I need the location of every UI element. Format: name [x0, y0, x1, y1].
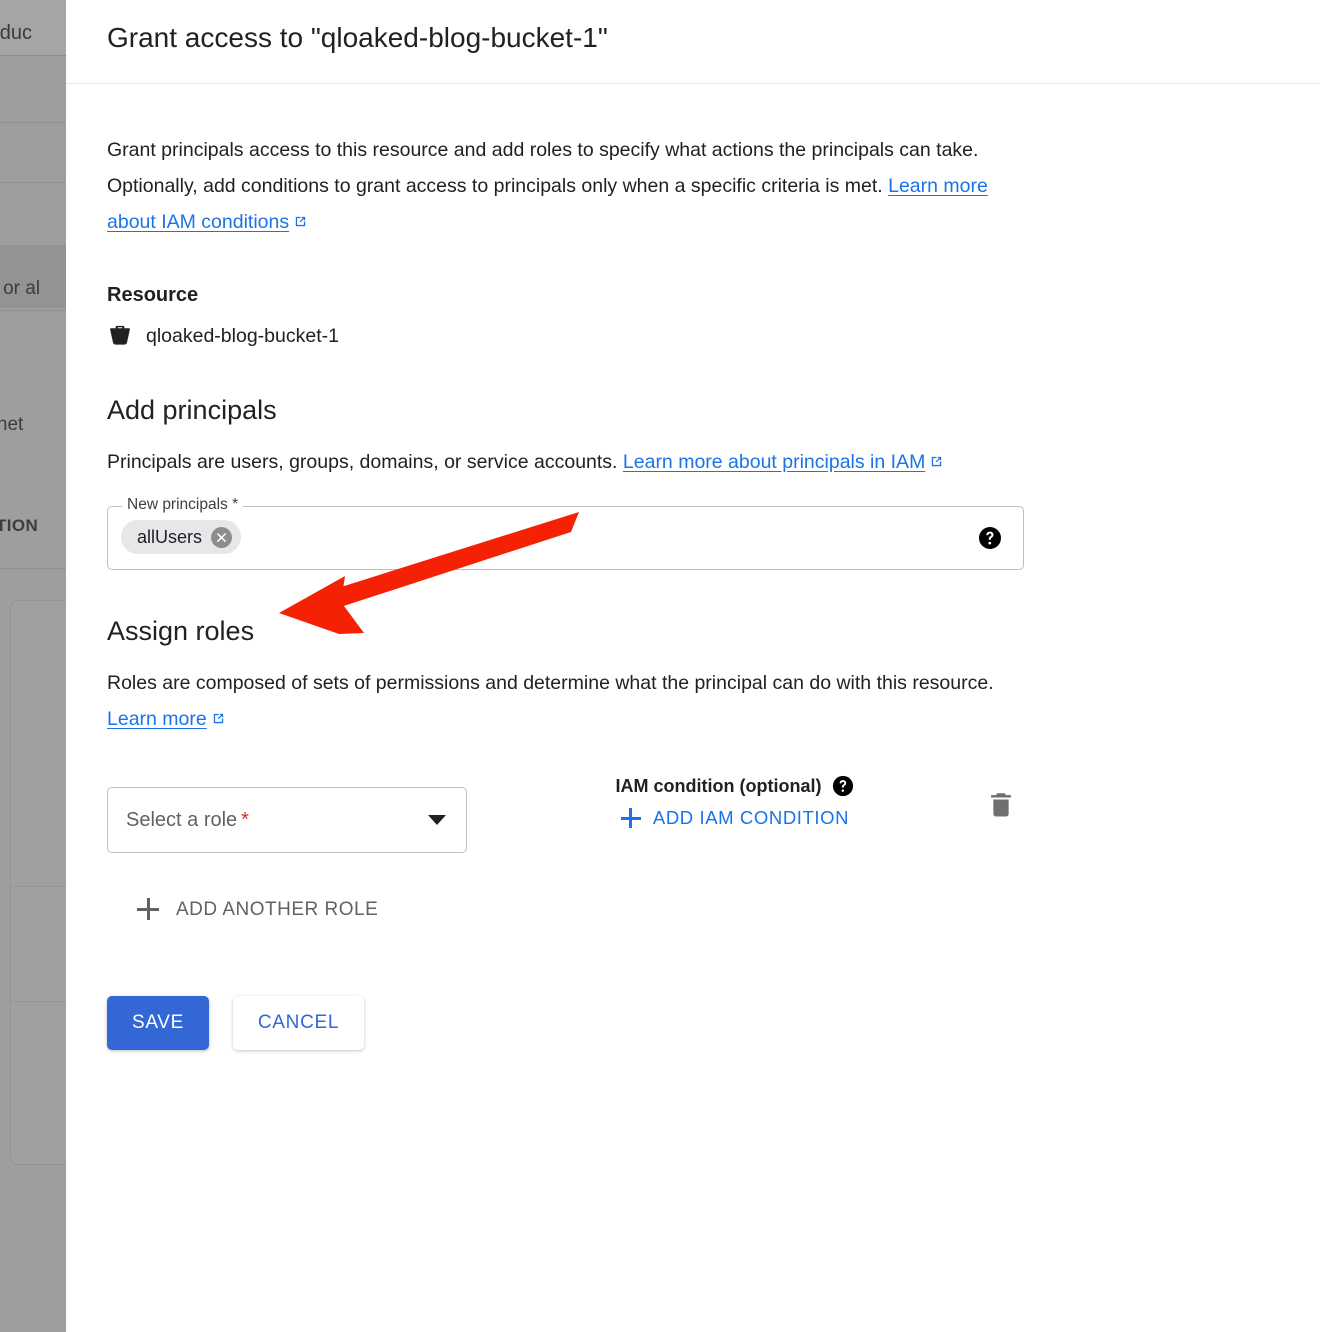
- save-button[interactable]: SAVE: [107, 996, 209, 1050]
- iam-condition-label: IAM condition (optional): [615, 775, 822, 796]
- description-text: Principals are users, groups, domains, o…: [107, 451, 623, 473]
- intro-text: Grant principals access to this resource…: [107, 139, 979, 197]
- cancel-button[interactable]: CANCEL: [233, 996, 364, 1050]
- external-link-icon: [929, 454, 944, 469]
- assign-roles-heading: Assign roles: [107, 616, 255, 646]
- background-card-divider: [11, 1001, 66, 1002]
- add-another-role-label: ADD ANOTHER ROLE: [176, 899, 379, 920]
- bucket-icon: [107, 323, 133, 349]
- page-backdrop-dimmed: roduc rs or al ernet TION: [0, 0, 66, 1332]
- background-fragment-internet: ernet: [0, 414, 24, 435]
- help-icon[interactable]: [978, 526, 1002, 550]
- link-text: Learn more: [107, 708, 207, 730]
- principal-chip-allusers[interactable]: allUsers: [121, 520, 242, 554]
- description-text: Roles are composed of sets of permission…: [107, 672, 994, 694]
- background-divider: [0, 310, 66, 311]
- add-iam-condition-button[interactable]: ADD IAM CONDITION: [620, 807, 850, 829]
- resource-label: Resource: [107, 284, 199, 306]
- cancel-button-label: CANCEL: [257, 1012, 340, 1033]
- select-role-placeholder: Select a role: [126, 808, 238, 831]
- background-card-divider: [11, 886, 66, 887]
- required-asterisk: *: [241, 808, 249, 831]
- plus-icon: [137, 898, 159, 921]
- iam-condition-label-row: IAM condition (optional): [570, 775, 900, 797]
- add-another-role-button[interactable]: ADD ANOTHER ROLE: [137, 898, 379, 921]
- close-circle-icon[interactable]: [211, 526, 233, 548]
- dialog-header: Grant access to "qloaked-blog-bucket-1": [66, 0, 1320, 84]
- select-role-dropdown[interactable]: Select a role *: [107, 787, 467, 853]
- chip-label: allUsers: [137, 526, 203, 547]
- resource-name: qloaked-blog-bucket-1: [146, 324, 339, 347]
- dialog-actions: SAVE CANCEL: [107, 996, 1279, 1050]
- role-assignment-row: Select a role * IAM condition (optional)…: [107, 775, 1279, 853]
- save-button-label: SAVE: [131, 1012, 185, 1033]
- assign-roles-description: Roles are composed of sets of permission…: [107, 665, 1017, 737]
- background-fragment-tion: TION: [0, 516, 39, 535]
- background-divider: [0, 122, 66, 123]
- background-card: [10, 600, 66, 1165]
- external-link-icon: [211, 711, 226, 726]
- external-link-icon: [293, 214, 308, 229]
- grant-access-dialog: Grant access to "qloaked-blog-bucket-1" …: [66, 0, 1320, 1332]
- add-iam-condition-label: ADD IAM CONDITION: [652, 807, 850, 828]
- chevron-down-icon: [428, 815, 446, 825]
- background-topbar: roduc: [0, 0, 66, 56]
- help-icon[interactable]: [832, 775, 854, 797]
- learn-more-roles-link[interactable]: Learn more: [107, 708, 207, 730]
- resource-row: qloaked-blog-bucket-1: [107, 323, 1279, 349]
- iam-condition-block: IAM condition (optional) ADD IAM CONDITI…: [570, 775, 900, 833]
- link-text: Learn more about principals in IAM: [622, 451, 926, 473]
- plus-icon: [620, 808, 641, 828]
- background-fragment-users-or-all: rs or al: [0, 278, 41, 299]
- dialog-body: Grant principals access to this resource…: [66, 132, 1320, 1050]
- learn-more-principals-link[interactable]: Learn more about principals in IAM: [623, 451, 925, 473]
- page-title: Grant access to "qloaked-blog-bucket-1": [107, 22, 608, 53]
- add-principals-description: Principals are users, groups, domains, o…: [107, 444, 1017, 480]
- dialog-intro-text: Grant principals access to this resource…: [107, 132, 1022, 240]
- background-divider: [0, 568, 66, 569]
- background-divider: [0, 182, 66, 183]
- add-principals-heading: Add principals: [107, 395, 277, 425]
- new-principals-label: New principals *: [122, 496, 244, 514]
- new-principals-field[interactable]: New principals * allUsers: [107, 496, 1024, 570]
- trash-icon[interactable]: [984, 789, 1018, 823]
- background-fragment-products: roduc: [0, 22, 33, 44]
